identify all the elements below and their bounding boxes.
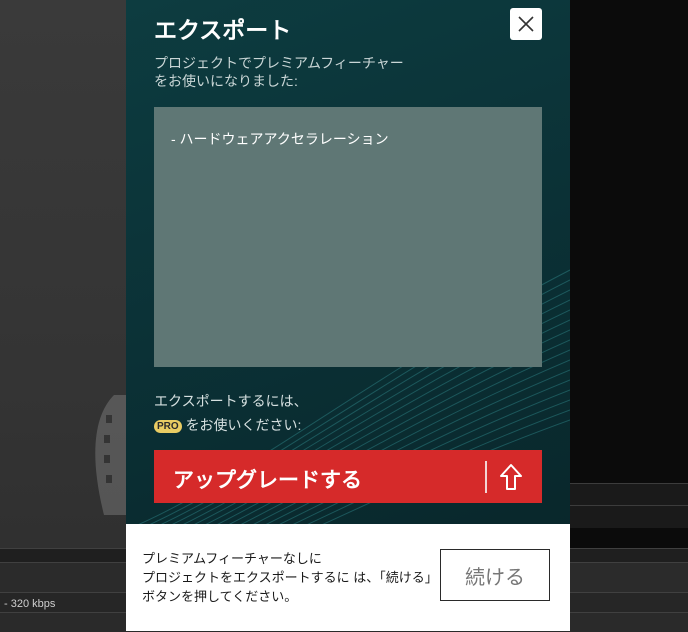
timeline-track xyxy=(570,505,688,528)
dialog-footer: プレミアムフィーチャーなしに プロジェクトをエクスポートするに は、「続ける」 … xyxy=(126,524,570,631)
footer-line: ボタンを押してください。 xyxy=(142,589,298,604)
feature-item: - ハードウェアアクセラレーション xyxy=(171,131,389,147)
close-icon xyxy=(518,16,534,32)
arrow-up-icon xyxy=(500,464,522,490)
timeline-track xyxy=(570,483,688,506)
preview-panel xyxy=(570,0,688,631)
subtitle-line: プロジェクトでプレミアムフィーチャー xyxy=(154,55,404,71)
continue-button[interactable]: 続ける xyxy=(440,549,550,601)
upgrade-divider xyxy=(485,461,487,493)
audio-bitrate-status: - 320 kbps xyxy=(4,598,56,610)
dialog-title: エクスポート xyxy=(154,17,292,43)
export-dialog: エクスポート プロジェクトでプレミアムフィーチャー をお使いになりました: - … xyxy=(126,0,570,631)
footer-line: プロジェクトをエクスポートするに は、「続ける」 xyxy=(142,570,438,585)
pro-instruction: エクスポートするには、 PRO をお使いください: xyxy=(154,389,454,437)
pro-badge: PRO xyxy=(154,420,182,433)
continue-without-premium-text: プレミアムフィーチャーなしに プロジェクトをエクスポートするに は、「続ける」 … xyxy=(142,549,438,606)
film-reel-icon xyxy=(95,395,126,515)
pro-instruction-text: をお使いください: xyxy=(185,417,302,433)
footer-line: プレミアムフィーチャーなしに xyxy=(142,551,322,566)
pro-instruction-line: エクスポートするには、 xyxy=(154,393,308,409)
editor-background-left xyxy=(0,0,126,631)
dialog-subtitle: プロジェクトでプレミアムフィーチャー をお使いになりました: xyxy=(154,54,454,90)
upgrade-button-label: アップグレードする xyxy=(173,469,362,492)
pro-instruction-line: PRO をお使いください: xyxy=(154,413,454,437)
premium-features-box: - ハードウェアアクセラレーション xyxy=(154,107,542,367)
close-button[interactable] xyxy=(510,8,542,40)
upgrade-button[interactable]: アップグレードする xyxy=(154,450,542,503)
subtitle-line: をお使いになりました: xyxy=(154,73,298,89)
